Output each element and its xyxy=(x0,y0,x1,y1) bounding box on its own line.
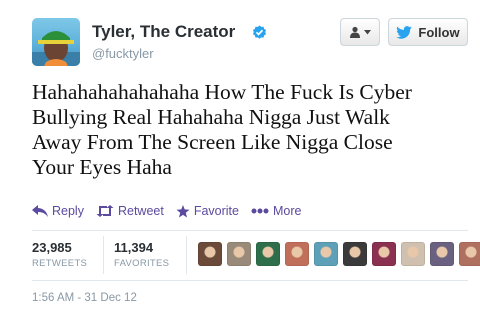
stat-divider xyxy=(186,236,187,274)
twitter-bird-icon xyxy=(396,25,413,39)
favoriter-avatar[interactable] xyxy=(227,242,251,266)
retweet-icon xyxy=(96,205,114,217)
favoriter-avatar[interactable] xyxy=(459,242,480,266)
favoriter-avatar[interactable] xyxy=(256,242,280,266)
retweet-button[interactable]: Retweet xyxy=(96,204,164,218)
reply-button[interactable]: Reply xyxy=(32,204,84,218)
follow-button[interactable]: Follow xyxy=(388,18,468,46)
favoriter-avatar[interactable] xyxy=(198,242,222,266)
follow-label: Follow xyxy=(418,24,460,40)
favorites-count: 11,394 xyxy=(114,240,154,255)
reply-arrow-icon xyxy=(32,205,48,217)
tweet-text: Hahahahahahahaha How The Fuck Is Cyber B… xyxy=(32,80,472,180)
reply-label: Reply xyxy=(52,204,84,218)
tweet-text-line: Your Eyes Haha xyxy=(32,155,172,179)
tweet-timestamp[interactable]: 1:56 AM - 31 Dec 12 xyxy=(32,292,137,304)
favorites-stat[interactable]: 11,394 FAVORITES xyxy=(114,240,169,269)
divider xyxy=(32,230,468,231)
tweet-actions: Reply Retweet Favorite More xyxy=(32,202,301,220)
favoriter-avatar[interactable] xyxy=(343,242,367,266)
more-label: More xyxy=(272,204,302,218)
favoriter-avatar[interactable] xyxy=(314,242,338,266)
verified-badge-icon xyxy=(252,25,267,39)
person-icon xyxy=(350,26,360,38)
more-dots-icon xyxy=(251,208,269,214)
user-actions-button[interactable] xyxy=(340,18,380,46)
favoriter-avatar[interactable] xyxy=(430,242,454,266)
retweet-label: Retweet xyxy=(117,204,164,218)
favoriters-avatars xyxy=(198,242,480,266)
retweets-count: 23,985 xyxy=(32,240,72,255)
retweets-label: RETWEETS xyxy=(32,258,88,269)
tweet-text-line: Hahahahahahahaha How The Fuck Is Cyber xyxy=(32,80,412,104)
favorite-button[interactable]: Favorite xyxy=(176,204,239,218)
user-handle[interactable]: @fucktyler xyxy=(92,46,154,61)
tweet-text-line: Away From The Screen Like Nigga Close xyxy=(32,130,393,154)
more-button[interactable]: More xyxy=(251,204,301,218)
tweet-text-line: Bullying Real Hahahaha Nigga Just Walk xyxy=(32,105,390,129)
favorites-label: FAVORITES xyxy=(114,258,170,269)
divider xyxy=(32,280,468,281)
tweet-card: Tyler, The Creator @fucktyler Follow Hah… xyxy=(0,0,480,314)
stat-divider xyxy=(103,236,104,274)
favorite-label: Favorite xyxy=(193,204,239,218)
favoriter-avatar[interactable] xyxy=(372,242,396,266)
avatar[interactable] xyxy=(32,18,80,66)
favoriter-avatar[interactable] xyxy=(285,242,309,266)
favoriter-avatar[interactable] xyxy=(401,242,425,266)
caret-down-icon xyxy=(364,29,371,34)
display-name[interactable]: Tyler, The Creator xyxy=(92,22,235,42)
retweets-stat[interactable]: 23,985 RETWEETS xyxy=(32,240,87,269)
star-icon xyxy=(176,204,190,217)
